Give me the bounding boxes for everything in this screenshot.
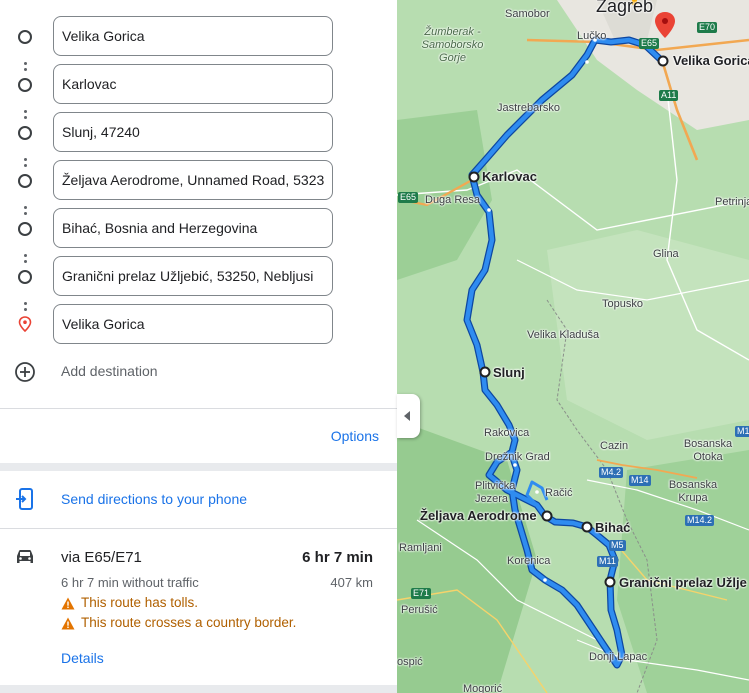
waypoint-circle-icon	[18, 270, 32, 284]
waypoint-input-5[interactable]	[53, 208, 333, 248]
route-distance: 407 km	[330, 575, 373, 590]
car-icon	[17, 550, 33, 563]
road-shield: M4.2	[599, 467, 624, 478]
map-label-town: Drežnik Grad	[485, 451, 550, 463]
add-destination-button[interactable]: Add destination	[0, 356, 397, 388]
stop-marker	[479, 366, 491, 378]
directions-panel: Add destination Options Send directions …	[0, 0, 397, 693]
map-label-town: Glina	[653, 248, 679, 260]
road-shield: M14	[629, 475, 651, 486]
phone-icon	[16, 488, 33, 510]
map-label-town: ospić	[397, 656, 423, 668]
waypoint-input-2[interactable]	[53, 64, 333, 104]
map-stop-label: Karlovac	[482, 169, 537, 184]
warning-icon	[61, 597, 75, 610]
map-label-town: Samobor	[505, 8, 550, 20]
waypoint-circle-icon	[18, 78, 32, 92]
waypoint-input-1[interactable]	[53, 16, 333, 56]
waypoint-row-6	[0, 256, 397, 296]
road-shield: E71	[411, 588, 432, 599]
road-shield: A11	[659, 90, 679, 101]
map-label-town: Račić	[545, 487, 573, 499]
send-to-phone-label: Send directions to your phone	[61, 491, 248, 507]
waypoint-circle-icon	[18, 222, 32, 236]
map-label-town: Korenica	[507, 555, 551, 567]
road-shield: E65	[639, 38, 660, 49]
map-label-town: Cazin	[600, 440, 629, 452]
chevron-left-icon	[404, 411, 410, 421]
map-stop-label: Željava Aerodrome	[420, 508, 537, 523]
waypoint-row-7	[0, 304, 397, 344]
details-link[interactable]: Details	[61, 650, 104, 666]
section-separator	[0, 463, 397, 471]
divider	[0, 528, 397, 529]
collapse-panel-button[interactable]	[397, 394, 420, 438]
section-separator	[0, 685, 397, 693]
divider	[0, 408, 397, 409]
map-label-town: Ramljani	[399, 542, 442, 554]
map-stop-label: Granični prelaz Užlje	[619, 575, 747, 590]
send-to-phone-button[interactable]: Send directions to your phone	[0, 479, 397, 521]
map-label-city: Zagreb	[596, 0, 654, 16]
map-label-town: Rakovica	[484, 427, 530, 439]
map-label-town: Bosanska Krupa	[668, 479, 718, 504]
waypoint-row-4	[0, 160, 397, 200]
road-shield: E70	[697, 22, 718, 33]
map-label-town: Velika Kladuša	[527, 329, 600, 341]
map-label-town: Bosanska Otoka	[683, 438, 733, 463]
waypoint-circle-icon	[18, 126, 32, 140]
stop-marker	[581, 521, 593, 533]
warning-text: This route crosses a country border.	[81, 615, 297, 630]
stop-marker	[541, 510, 553, 522]
route-duration: 6 hr 7 min	[302, 549, 373, 566]
map-stop-label: Slunj	[493, 365, 525, 380]
waypoint-circle-icon	[18, 30, 32, 44]
waypoint-input-6[interactable]	[53, 256, 333, 296]
waypoint-row-1	[0, 16, 397, 56]
waypoint-input-7[interactable]	[53, 304, 333, 344]
map-label-park: Žumberak - Samoborsko Gorje	[421, 26, 484, 64]
waypoint-input-4[interactable]	[53, 160, 333, 200]
map-label-town: Plitvička Jezera	[475, 480, 516, 505]
warning-icon	[61, 617, 75, 630]
road-shield: M5	[609, 540, 626, 551]
route-without-traffic: 6 hr 7 min without traffic	[61, 575, 199, 590]
waypoint-input-3[interactable]	[53, 112, 333, 152]
map-view[interactable]: Zagreb Samobor Žumberak - Samoborsko Gor…	[397, 0, 749, 693]
waypoint-row-5	[0, 208, 397, 248]
stop-marker	[604, 576, 616, 588]
map-label-town: Donji Lapac	[589, 651, 648, 663]
stop-marker	[657, 55, 669, 67]
road-shield: M14	[735, 426, 749, 437]
map-stop-label: Bihać	[595, 520, 631, 535]
waypoint-circle-icon	[18, 174, 32, 188]
add-circle-icon	[15, 362, 35, 382]
map-label-town: Petrinja	[715, 196, 749, 208]
waypoint-row-2	[0, 64, 397, 104]
destination-pin-icon	[18, 316, 32, 332]
map-label-town: Mogorić	[463, 683, 503, 693]
add-destination-label: Add destination	[61, 363, 158, 379]
route-option[interactable]: via E65/E71 6 hr 7 min 6 hr 7 min withou…	[0, 540, 397, 680]
stop-marker	[468, 171, 480, 183]
road-shield: E65	[398, 192, 419, 203]
route-via: via E65/E71	[61, 549, 142, 566]
map-label-town: Duga Resa	[425, 194, 481, 206]
warning-text: This route has tolls.	[81, 595, 199, 610]
options-button[interactable]: Options	[331, 428, 379, 444]
map-label-town: Lučko	[577, 30, 607, 42]
map-stop-label: Velika Gorica	[673, 53, 749, 68]
map-label-town: Perušić	[401, 604, 438, 616]
road-shield: M14.2	[685, 515, 715, 526]
waypoint-row-3	[0, 112, 397, 152]
road-shield: M11	[597, 556, 618, 567]
map-label-town: Jastrebarsko	[497, 102, 560, 114]
map-label-town: Topusko	[602, 298, 643, 310]
